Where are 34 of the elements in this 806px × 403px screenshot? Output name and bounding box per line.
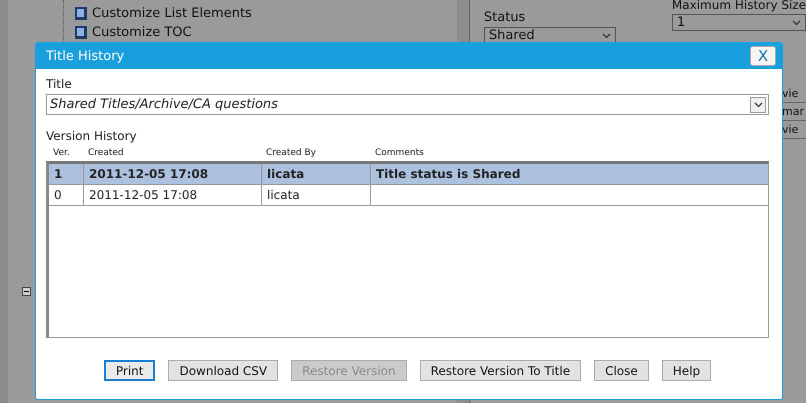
tree-item[interactable]: Customize TOC — [92, 25, 192, 40]
caret-icon — [792, 20, 801, 26]
dialog-button[interactable]: Close — [594, 360, 649, 381]
dialog-button[interactable]: Download CSV — [168, 360, 278, 381]
document-icon — [74, 25, 88, 40]
collapse-icon[interactable] — [22, 287, 31, 296]
caret-icon — [602, 32, 611, 38]
table-cell: licata — [262, 164, 371, 184]
status-label: Status — [484, 10, 526, 25]
column-header: Created By — [265, 148, 317, 158]
table-cell-text: Title status is Shared — [375, 166, 522, 183]
table-row[interactable]: 0 2011-12-05 17:08 licata — [49, 185, 768, 206]
dialog-title: Title History — [46, 48, 124, 64]
dialog-button[interactable]: Print — [104, 360, 156, 381]
document-icon — [74, 6, 88, 21]
title-label: Title — [46, 77, 73, 91]
table-cell: 2011-12-05 17:08 — [84, 164, 262, 184]
history-size-label: Maximum History Size — [672, 0, 806, 12]
tree-item[interactable]: Customize List Elements — [92, 6, 252, 21]
column-header: Ver. — [52, 148, 71, 158]
table-cell: 0 — [49, 185, 84, 205]
dialog-button[interactable]: Restore Version To Title — [420, 360, 582, 381]
column-header: Comments — [374, 148, 425, 158]
table-cell: licata — [262, 185, 371, 205]
version-history-label: Version History — [46, 129, 138, 143]
title-select[interactable]: Shared Titles/Archive/CA questions — [46, 94, 769, 115]
table-row[interactable]: 1 2011-12-05 17:08 licata Title status is Shared — [49, 164, 768, 185]
table-cell: 1 — [49, 164, 84, 184]
history-size-select[interactable]: 1 — [672, 14, 806, 31]
column-header: Created — [87, 148, 125, 158]
dialog-close-button[interactable]: X — [750, 46, 776, 66]
dialog-button[interactable]: Help — [662, 360, 712, 381]
table-cell: 2011-12-05 17:08 — [84, 185, 262, 205]
caret-icon — [754, 102, 762, 108]
